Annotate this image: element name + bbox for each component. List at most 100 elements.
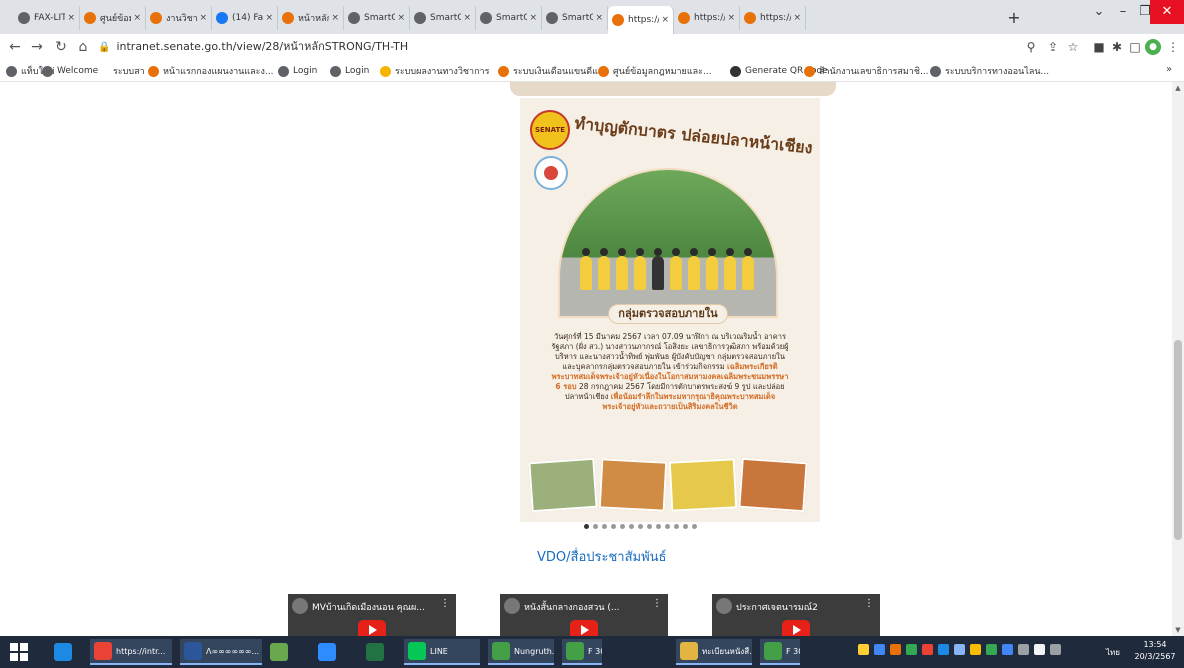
- windows-start-icon[interactable]: [10, 643, 28, 661]
- bookmark-item[interactable]: หน้าแรกกองแผนงานและง...: [148, 63, 273, 79]
- browser-tab[interactable]: SmartCi×: [542, 6, 608, 30]
- carousel-dot[interactable]: [629, 524, 634, 529]
- browser-tab[interactable]: (14) Face×: [212, 6, 278, 30]
- browser-tab[interactable]: งานวิชา ×: [146, 6, 212, 30]
- carousel-dot[interactable]: [683, 524, 688, 529]
- language-indicator[interactable]: ไทย: [1106, 646, 1120, 659]
- browser-tab[interactable]: หน้าหลัก ×: [278, 6, 344, 30]
- system-clock[interactable]: 13:54 20/3/2567: [1130, 639, 1180, 663]
- carousel-dot[interactable]: [611, 524, 616, 529]
- zoom-icon[interactable]: ⚲: [1022, 38, 1040, 56]
- taskbar-app[interactable]: [270, 639, 310, 665]
- bookmark-item[interactable]: ศูนย์ข้อมูลกฎหมายและ...: [598, 63, 712, 79]
- share-icon[interactable]: ⇪: [1044, 38, 1062, 56]
- back-button[interactable]: ←: [6, 38, 24, 56]
- tray-icon[interactable]: [906, 644, 917, 655]
- taskbar-app[interactable]: LINE: [404, 639, 480, 665]
- video-card-1[interactable]: MVบ้านเกิดเมืองนอน คุณผ... ⋮: [288, 594, 456, 636]
- close-tab-icon[interactable]: ×: [331, 13, 339, 23]
- close-tab-icon[interactable]: ×: [529, 13, 537, 23]
- browser-tab[interactable]: SmartCi×: [476, 6, 542, 30]
- browser-tab[interactable]: https://×: [674, 6, 740, 30]
- tray-icon[interactable]: [954, 644, 965, 655]
- taskbar-app[interactable]: F 309: [760, 639, 800, 665]
- close-tab-icon[interactable]: ×: [661, 15, 669, 25]
- carousel-dot[interactable]: [674, 524, 679, 529]
- tray-icon[interactable]: [922, 644, 933, 655]
- close-tab-icon[interactable]: ×: [397, 13, 405, 23]
- carousel-dot[interactable]: [665, 524, 670, 529]
- tray-icon[interactable]: [858, 644, 869, 655]
- home-button[interactable]: ⌂: [74, 38, 92, 56]
- carousel-dot[interactable]: [602, 524, 607, 529]
- bookmark-star-icon[interactable]: ☆: [1064, 38, 1082, 56]
- more-options-icon[interactable]: ⋮: [440, 598, 450, 609]
- reading-list-icon[interactable]: ■: [1090, 38, 1108, 56]
- new-tab-button[interactable]: +: [1002, 6, 1026, 30]
- more-bookmarks-icon[interactable]: »: [1160, 61, 1178, 79]
- browser-tab[interactable]: https://×: [740, 6, 806, 30]
- more-options-icon[interactable]: ⋮: [652, 598, 662, 609]
- address-bar[interactable]: 🔒 intranet.senate.go.th/view/28/หน้าหลักS…: [98, 38, 998, 56]
- scroll-thumb[interactable]: [1174, 340, 1182, 540]
- scroll-up-icon[interactable]: ▲: [1172, 82, 1184, 94]
- poster-slide[interactable]: SENATE STRONG ทำบุญตักบาตร ปล่อยปลาหน้าเ…: [520, 98, 820, 522]
- youtube-play-icon[interactable]: [570, 620, 598, 636]
- youtube-play-icon[interactable]: [358, 620, 386, 636]
- menu-icon[interactable]: ⋮: [1164, 38, 1182, 56]
- close-tab-icon[interactable]: ×: [265, 13, 273, 23]
- bookmark-item[interactable]: ระบบบริการทางออนไลน...: [930, 63, 1049, 79]
- carousel-dot[interactable]: [656, 524, 661, 529]
- tray-icon[interactable]: [986, 644, 997, 655]
- carousel-dot[interactable]: [620, 524, 625, 529]
- tray-icon[interactable]: [970, 644, 981, 655]
- tray-icon[interactable]: [874, 644, 885, 655]
- page-scrollbar[interactable]: ▲ ▼: [1172, 82, 1184, 636]
- reload-button[interactable]: ↻: [52, 38, 70, 56]
- carousel-dot[interactable]: [638, 524, 643, 529]
- tray-icon[interactable]: [1002, 644, 1013, 655]
- taskbar-app[interactable]: [318, 639, 358, 665]
- carousel-dot[interactable]: [692, 524, 697, 529]
- bookmark-item[interactable]: ระบบผลงานทางวิชาการ: [380, 63, 489, 79]
- extensions-icon[interactable]: ✱: [1108, 38, 1126, 56]
- close-tab-icon[interactable]: ×: [67, 13, 75, 23]
- taskbar-app[interactable]: [366, 639, 396, 665]
- close-tab-icon[interactable]: ×: [199, 13, 207, 23]
- close-window-button[interactable]: ✕: [1150, 0, 1184, 24]
- tray-icon[interactable]: [890, 644, 901, 655]
- close-tab-icon[interactable]: ×: [463, 13, 471, 23]
- bookmark-item[interactable]: ระบบเงินเดือนแขนดีแ...: [498, 63, 607, 79]
- carousel-dot[interactable]: [584, 524, 589, 529]
- taskbar-app[interactable]: Nungruth...: [488, 639, 554, 665]
- tray-icon[interactable]: [938, 644, 949, 655]
- taskbar-app[interactable]: https://intr...: [90, 639, 172, 665]
- forward-button[interactable]: →: [28, 38, 46, 56]
- tray-icon[interactable]: [1034, 644, 1045, 655]
- more-options-icon[interactable]: ⋮: [864, 598, 874, 609]
- bookmark-item[interactable]: สำนักงานเลขาธิการสมาชิ...: [804, 63, 929, 79]
- profile-avatar[interactable]: ●: [1145, 39, 1161, 55]
- bookmark-item[interactable]: Welcome: [42, 63, 98, 79]
- bookmark-item[interactable]: ระบบสา: [98, 63, 145, 79]
- browser-tab[interactable]: ศูนย์ข้อมู ×: [80, 6, 146, 30]
- close-tab-icon[interactable]: ×: [595, 13, 603, 23]
- taskbar-app[interactable]: F 309: [562, 639, 602, 665]
- taskbar-app[interactable]: Λ∞∞∞∞∞∞...: [180, 639, 262, 665]
- close-tab-icon[interactable]: ×: [793, 13, 801, 23]
- video-card-3[interactable]: ประกาศเจตนารมณ์2 ⋮: [712, 594, 880, 636]
- system-tray[interactable]: [858, 644, 1061, 660]
- scroll-down-icon[interactable]: ▼: [1172, 624, 1184, 636]
- tray-icon[interactable]: [1018, 644, 1029, 655]
- taskbar-app[interactable]: ทะเบียนหนังสื...: [676, 639, 752, 665]
- tray-icon[interactable]: [1050, 644, 1061, 655]
- browser-tab[interactable]: FAX-LIT ×: [14, 6, 80, 30]
- carousel-dot[interactable]: [647, 524, 652, 529]
- carousel-dot[interactable]: [593, 524, 598, 529]
- browser-tab[interactable]: SmartCi×: [410, 6, 476, 30]
- video-card-2[interactable]: หนังสั้นกลางกองสวน (... ⋮: [500, 594, 668, 636]
- browser-tab[interactable]: https://i ×: [608, 6, 674, 34]
- bookmark-item[interactable]: Login: [330, 63, 369, 79]
- close-tab-icon[interactable]: ×: [727, 13, 735, 23]
- bookmark-item[interactable]: Login: [278, 63, 317, 79]
